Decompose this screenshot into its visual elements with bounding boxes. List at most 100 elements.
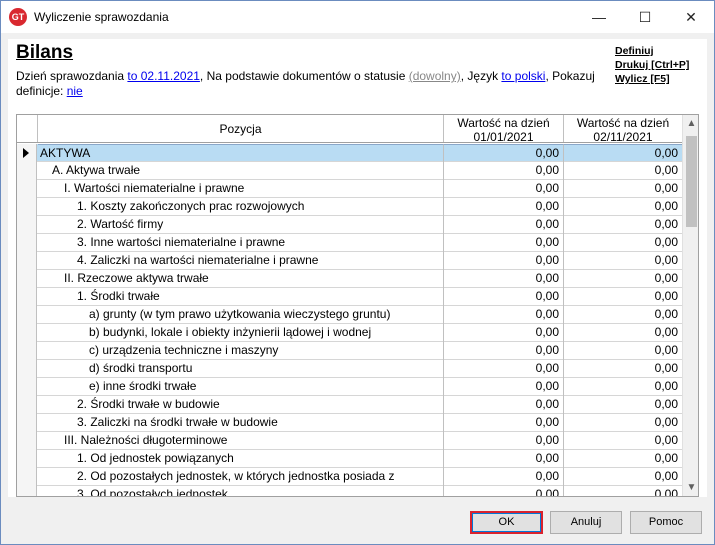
row-indicator[interactable] — [17, 396, 37, 414]
app-logo-icon: GT — [9, 8, 27, 26]
cancel-button[interactable]: Anuluj — [550, 511, 622, 534]
scroll-thumb[interactable] — [686, 136, 697, 227]
row-position-label: 2. Środki trwałe w budowie — [38, 396, 444, 414]
row-value-end: 0,00 — [654, 433, 678, 447]
window-title: Wyliczenie sprawozdania — [34, 10, 169, 24]
table-row[interactable]: 2. Od pozostałych jednostek, w których j… — [17, 468, 682, 486]
row-value-end: 0,00 — [654, 415, 678, 429]
row-value-end: 0,00 — [654, 325, 678, 339]
table-row[interactable]: b) budynki, lokale i obiekty inżynierii … — [17, 324, 682, 342]
row-value-start: 0,00 — [444, 198, 564, 216]
row-position-label: 3. Zaliczki na środki trwałe w budowie — [38, 414, 444, 432]
table-row[interactable]: III. Należności długoterminowe 0,00 0,00 — [17, 432, 682, 450]
row-value-start: 0,00 — [444, 324, 564, 342]
calculate-link[interactable]: Wylicz [F5] — [615, 72, 689, 86]
row-position-label: 1. Koszty zakończonych prac rozwojowych — [38, 198, 444, 216]
row-indicator[interactable] — [17, 414, 37, 432]
row-indicator[interactable] — [17, 162, 37, 180]
title-bar: GT Wyliczenie sprawozdania — ☐ ✕ — [1, 1, 714, 33]
table-row[interactable]: I. Wartości niematerialne i prawne 0,00 0,… — [17, 180, 682, 198]
ok-button[interactable]: OK — [470, 511, 543, 534]
desc-mid: , Na podstawie dokumentów o statusie — [199, 69, 409, 83]
report-date-link[interactable]: to 02.11.2021 — [127, 69, 200, 83]
maximize-button[interactable]: ☐ — [622, 1, 668, 33]
column-header-position[interactable]: Pozycja — [38, 115, 444, 142]
minimize-button[interactable]: — — [576, 1, 622, 33]
table-row[interactable]: 1. Od jednostek powiązanych 0,00 0,00 — [17, 450, 682, 468]
row-value-start: 0,00 — [444, 432, 564, 450]
row-value-end: 0,00 — [654, 469, 678, 483]
row-position-label: 4. Zaliczki na wartości niematerialne i … — [38, 252, 444, 270]
row-position-label: AKTYWA — [38, 144, 444, 162]
row-indicator[interactable] — [17, 342, 37, 360]
table-row[interactable]: d) środki transportu 0,00 0,00 — [17, 360, 682, 378]
help-button[interactable]: Pomoc — [630, 511, 702, 534]
column-header-value-end[interactable]: Wartość na dzień 02/11/2021 — [564, 115, 682, 142]
column-header-value-start[interactable]: Wartość na dzień 01/01/2021 — [444, 115, 564, 142]
row-indicator[interactable] — [17, 324, 37, 342]
report-content: Bilans Dzień sprawozdania to 02.11.2021,… — [8, 39, 707, 497]
define-link[interactable]: Definiuj — [615, 44, 689, 58]
row-indicator[interactable] — [17, 198, 37, 216]
row-indicator[interactable] — [17, 486, 37, 496]
table-row[interactable]: a) grunty (w tym prawo użytkowania wiecz… — [17, 306, 682, 324]
document-status-link[interactable]: (dowolny) — [409, 69, 461, 83]
scroll-up-icon[interactable]: ▲ — [683, 115, 698, 132]
row-value-end: 0,00 — [654, 235, 678, 249]
scroll-down-icon[interactable]: ▼ — [683, 479, 698, 496]
row-indicator[interactable] — [17, 288, 37, 306]
row-value-start: 0,00 — [444, 234, 564, 252]
row-value-start: 0,00 — [444, 396, 564, 414]
row-indicator[interactable] — [17, 180, 37, 198]
row-position-label: 1. Od jednostek powiązanych — [38, 450, 444, 468]
table-row[interactable]: A. Aktywa trwałe 0,00 0,00 — [17, 162, 682, 180]
table-row[interactable]: 3. Zaliczki na środki trwałe w budowie 0,… — [17, 414, 682, 432]
print-link[interactable]: Drukuj [Ctrl+P] — [615, 58, 689, 72]
table-row[interactable]: 3. Inne wartości niematerialne i prawne 0… — [17, 234, 682, 252]
table-row[interactable]: 1. Koszty zakończonych prac rozwojowych 0… — [17, 198, 682, 216]
row-indicator[interactable] — [17, 468, 37, 486]
row-indicator[interactable] — [17, 252, 37, 270]
row-indicator[interactable] — [17, 360, 37, 378]
row-position-label: 2. Wartość firmy — [38, 216, 444, 234]
row-position-label: d) środki transportu — [38, 360, 444, 378]
row-position-label: 3. Od pozostałych jednostek — [38, 486, 444, 496]
row-indicator[interactable] — [17, 378, 37, 396]
row-value-end: 0,00 — [564, 144, 682, 162]
desc-prefix: Dzień sprawozdania — [16, 69, 128, 83]
row-value-start: 0,00 — [444, 162, 564, 180]
row-indicator[interactable] — [17, 144, 37, 162]
row-indicator[interactable] — [17, 270, 37, 288]
table-row[interactable]: 3. Od pozostałych jednostek 0,00 0,00 — [17, 486, 682, 496]
row-value-start: 0,00 — [444, 360, 564, 378]
table-row[interactable]: e) inne środki trwałe 0,00 0,00 — [17, 378, 682, 396]
row-position-label: II. Rzeczowe aktywa trwałe — [38, 270, 444, 288]
table-row[interactable]: II. Rzeczowe aktywa trwałe 0,00 0,00 — [17, 270, 682, 288]
row-value-end: 0,00 — [654, 163, 678, 177]
row-indicator[interactable] — [17, 432, 37, 450]
table-row[interactable]: 1. Środki trwałe 0,00 0,00 — [17, 288, 682, 306]
row-value-start: 0,00 — [444, 288, 564, 306]
table-row[interactable]: 2. Środki trwałe w budowie 0,00 0,00 — [17, 396, 682, 414]
row-position-label: A. Aktywa trwałe — [38, 162, 444, 180]
row-indicator[interactable] — [17, 450, 37, 468]
row-indicator[interactable] — [17, 234, 37, 252]
row-value-end: 0,00 — [654, 271, 678, 285]
table-row[interactable]: 4. Zaliczki na wartości niematerialne i … — [17, 252, 682, 270]
row-value-start: 0,00 — [444, 180, 564, 198]
row-value-end: 0,00 — [654, 343, 678, 357]
row-value-end: 0,00 — [654, 397, 678, 411]
table-row[interactable]: c) urządzenia techniczne i maszyny 0,00 0,… — [17, 342, 682, 360]
table-row[interactable]: 2. Wartość firmy 0,00 0,00 — [17, 216, 682, 234]
close-button[interactable]: ✕ — [668, 1, 714, 33]
table-row[interactable]: AKTYWA 0,00 0,00 — [17, 144, 682, 162]
row-value-start: 0,00 — [444, 216, 564, 234]
row-value-start: 0,00 — [444, 450, 564, 468]
current-row-arrow-icon — [23, 148, 29, 158]
vertical-scrollbar[interactable]: ▲ ▼ — [682, 115, 698, 496]
show-definitions-link[interactable]: nie — [67, 84, 83, 98]
row-indicator[interactable] — [17, 216, 37, 234]
row-value-end: 0,00 — [654, 181, 678, 195]
language-link[interactable]: to polski — [501, 69, 545, 83]
row-indicator[interactable] — [17, 306, 37, 324]
